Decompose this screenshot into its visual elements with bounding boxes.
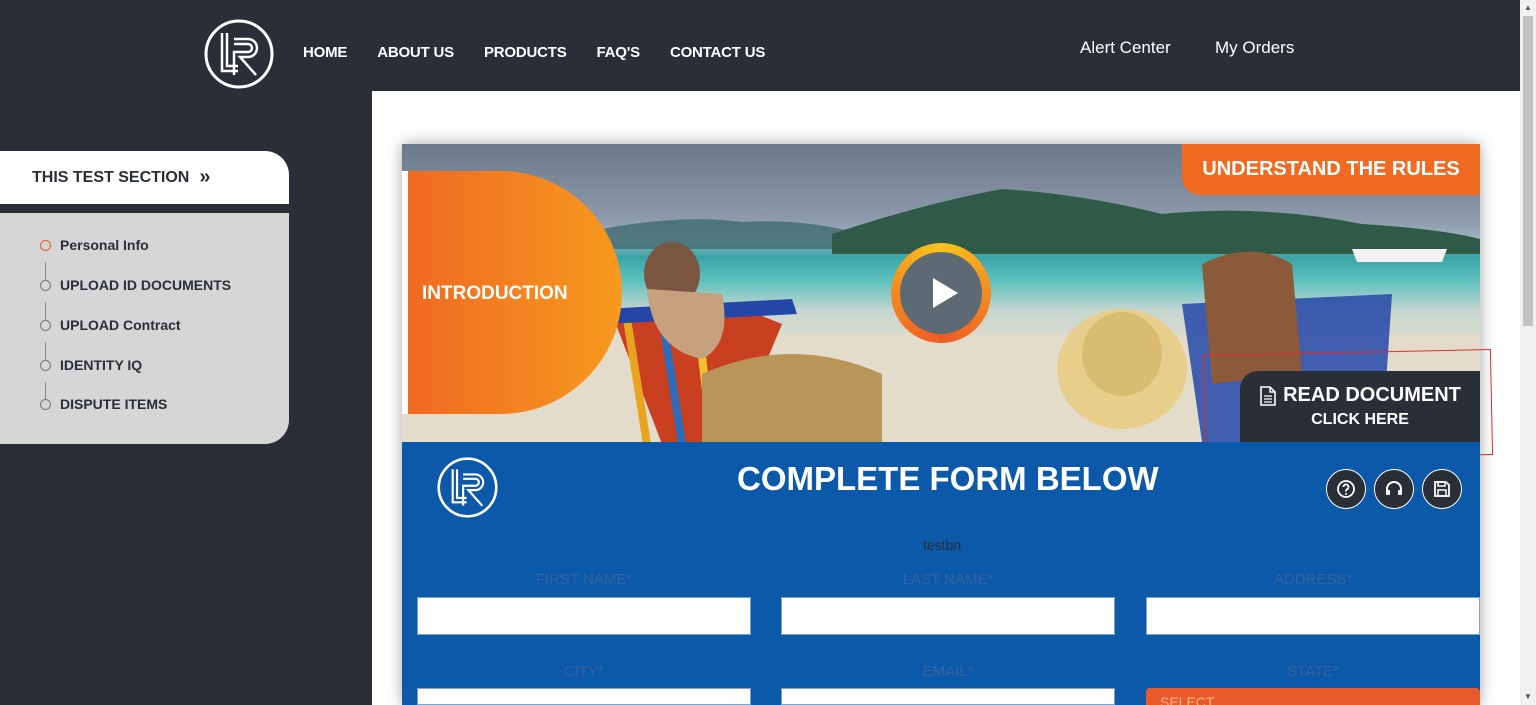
nav-faqs[interactable]: FAQ'S: [597, 44, 641, 61]
sidebar-step-personal-info[interactable]: Personal Info: [40, 237, 149, 253]
chevron-right-icon: »: [199, 166, 211, 188]
help-button[interactable]: [1326, 469, 1366, 509]
last-name-field[interactable]: [781, 597, 1115, 635]
introduction-label: INTRODUCTION: [422, 283, 568, 304]
headset-icon: [1386, 481, 1402, 495]
play-icon: [900, 252, 982, 334]
step-dot-icon: [40, 279, 51, 291]
step-label: IDENTITY IQ: [60, 357, 143, 373]
step-dot-icon: [40, 398, 51, 410]
scrollbar-thumb[interactable]: [1523, 16, 1533, 326]
lr-logo-icon[interactable]: [204, 19, 274, 89]
city-field[interactable]: [417, 688, 751, 705]
sidebar-step-upload-contract[interactable]: UPLOAD Contract: [40, 317, 181, 333]
save-icon: [1434, 481, 1450, 497]
first-name-field[interactable]: [417, 597, 751, 635]
step-dot-icon: [40, 359, 51, 371]
email-label: EMAIL*: [922, 663, 974, 680]
form-name: testbn: [923, 537, 962, 553]
sidebar-section-title: THIS TEST SECTION: [32, 168, 190, 186]
email-field[interactable]: [781, 688, 1115, 705]
address-label: ADDRESS*: [1273, 571, 1353, 588]
sidebar-step-upload-id[interactable]: UPLOAD ID DOCUMENTS: [40, 277, 231, 293]
scroll-down-icon[interactable]: ▼: [1524, 692, 1532, 701]
scroll-up-icon[interactable]: ▲: [1524, 3, 1532, 12]
step-label: Personal Info: [60, 237, 149, 253]
nav-contact-us[interactable]: CONTACT US: [670, 44, 765, 61]
last-name-label: LAST NAME*: [902, 571, 994, 588]
sidebar-section-header[interactable]: THIS TEST SECTION »: [0, 151, 289, 204]
step-label: DISPUTE ITEMS: [60, 396, 168, 412]
state-select[interactable]: SELECT: [1146, 688, 1480, 705]
alert-center-link[interactable]: Alert Center: [1080, 38, 1171, 58]
understand-rules-button[interactable]: UNDERSTAND THE RULES: [1182, 144, 1480, 195]
nav-about-us[interactable]: ABOUT US: [377, 44, 454, 61]
form-title: COMPLETE FORM BELOW: [737, 460, 1159, 497]
address-field[interactable]: [1146, 597, 1480, 635]
city-label: CITY*: [563, 663, 604, 680]
step-dot-icon: [40, 319, 51, 331]
nav-home[interactable]: HOME: [303, 44, 347, 61]
sidebar-step-dispute-items[interactable]: DISPUTE ITEMS: [40, 396, 167, 412]
state-label: STATE*: [1287, 663, 1339, 680]
first-name-label: FIRST NAME*: [535, 571, 633, 588]
save-button[interactable]: [1422, 469, 1462, 509]
support-button[interactable]: [1374, 469, 1414, 509]
step-dot-icon: [40, 239, 51, 251]
main-nav: HOME ABOUT US PRODUCTS FAQ'S CONTACT US: [303, 44, 795, 61]
step-label: UPLOAD Contract: [60, 317, 181, 333]
my-orders-link[interactable]: My Orders: [1215, 38, 1294, 58]
step-label: UPLOAD ID DOCUMENTS: [60, 277, 232, 293]
lr-logo-icon: [437, 457, 498, 518]
sidebar-step-identity-iq[interactable]: IDENTITY IQ: [40, 357, 142, 373]
nav-products[interactable]: PRODUCTS: [484, 44, 567, 61]
help-icon: [1337, 480, 1355, 498]
